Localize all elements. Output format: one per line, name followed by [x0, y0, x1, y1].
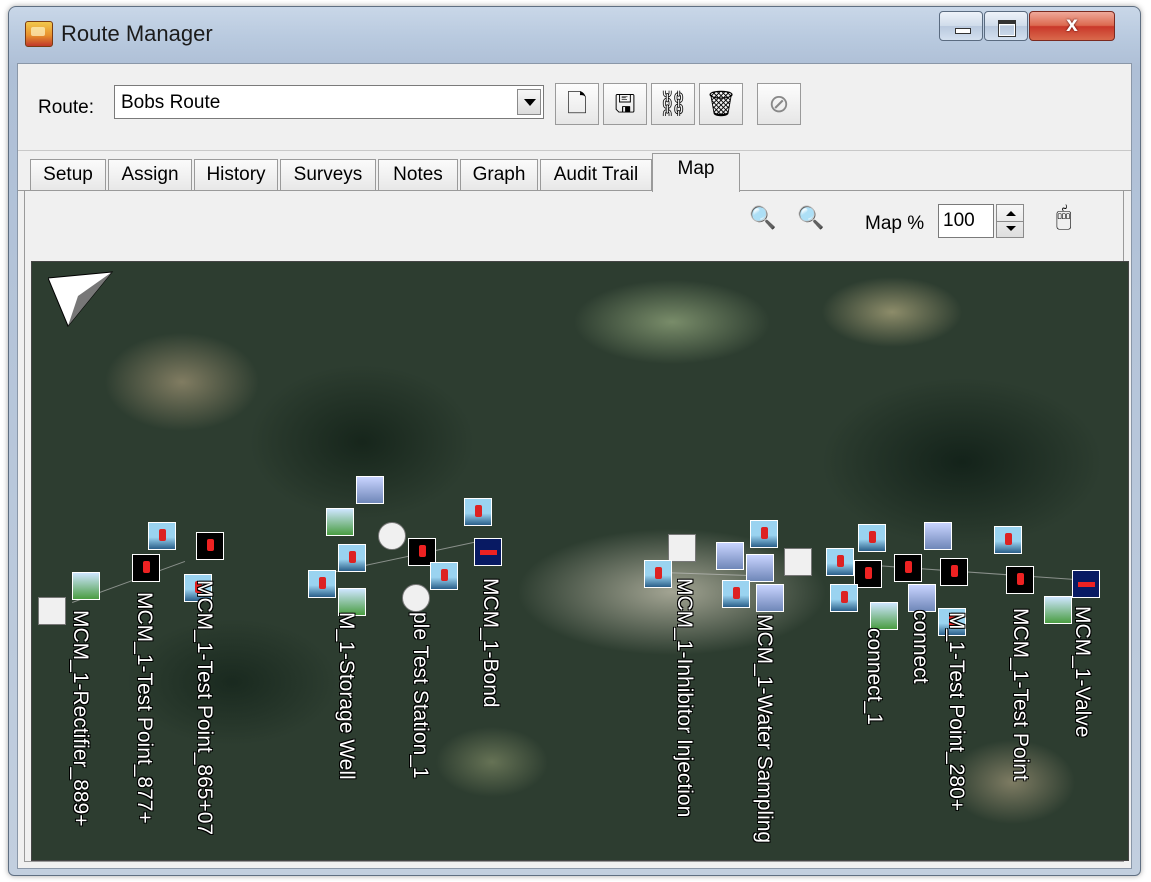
inhibitor-injection-marker[interactable] [668, 534, 696, 562]
save-route-button[interactable]: 🖫 [603, 83, 647, 125]
close-button[interactable]: x [1029, 11, 1115, 41]
map-canvas[interactable]: MCM_1-Rectifier_889+ MCM_1-Test Point_87… [31, 261, 1129, 861]
map-label-valve: MCM_1-Valve [1071, 606, 1094, 738]
tab-notes[interactable]: Notes [378, 159, 458, 191]
map-label-bond: MCM_1-Bond [479, 578, 502, 708]
minimize-icon [955, 28, 971, 34]
test-point-marker[interactable] [430, 562, 458, 590]
bond-marker[interactable] [474, 538, 502, 566]
map-percent-input[interactable]: 100 [938, 204, 994, 238]
test-point-marker[interactable] [826, 548, 854, 576]
disconnect-marker[interactable] [908, 584, 936, 612]
tab-map[interactable]: Map [652, 153, 740, 192]
disabled-route-button[interactable]: ⊘ [757, 83, 801, 125]
maximize-button[interactable] [984, 11, 1028, 41]
tab-history[interactable]: History [194, 159, 278, 191]
route-dropdown[interactable]: Bobs Route [114, 85, 544, 119]
water-sampling-marker[interactable] [756, 584, 784, 612]
window-title: Route Manager [61, 21, 213, 46]
app-icon [25, 21, 53, 47]
map-label-inhibitor-injection: MCM_1-Inhibitor Injection [673, 578, 696, 818]
maximize-icon [998, 20, 1016, 37]
test-point-marker[interactable] [196, 532, 224, 560]
test-point-marker[interactable] [132, 554, 160, 582]
title-bar[interactable]: Route Manager x [9, 7, 1140, 61]
tab-assign[interactable]: Assign [108, 159, 192, 191]
assign-route-button[interactable]: ⛓ [651, 83, 695, 125]
zoom-in-icon[interactable]: 🔍 [749, 205, 776, 231]
new-document-icon: 🗋 [566, 90, 588, 118]
test-station-marker[interactable] [402, 584, 430, 612]
test-point-marker[interactable] [722, 580, 750, 608]
tab-strip: Setup Assign History Surveys Notes Graph… [18, 150, 1131, 192]
valve-marker[interactable] [1044, 596, 1072, 624]
map-label-water-sampling: MCM_1-Water Sampling [753, 614, 776, 844]
tab-graph[interactable]: Graph [460, 159, 538, 191]
trash-icon: 🗑 [705, 90, 737, 118]
test-point-marker[interactable] [148, 522, 176, 550]
map-label-disconnect: connect [909, 610, 932, 684]
water-sampling-marker[interactable] [746, 554, 774, 582]
test-point-marker[interactable] [830, 584, 858, 612]
select-pointer-icon[interactable]: 🖱 [1056, 201, 1072, 233]
water-sampling-marker[interactable] [784, 548, 812, 576]
test-point-marker[interactable] [308, 570, 336, 598]
map-label-test-station: ple Test Station_1 [409, 612, 432, 779]
zoom-out-icon[interactable]: 🔍 [797, 205, 824, 231]
new-route-button[interactable]: 🗋 [555, 83, 599, 125]
chevron-down-icon[interactable] [517, 89, 541, 115]
disconnect-marker[interactable] [870, 602, 898, 630]
route-manager-window: Route Manager x Route: Bobs Route 🗋 🖫 ⛓ … [8, 6, 1141, 876]
map-label-disconnect: connect_1 [863, 628, 886, 725]
map-label-test-point: MCM_1-Test Point [1009, 608, 1032, 781]
map-percent-spinner[interactable] [996, 204, 1024, 238]
close-icon: x [1066, 13, 1078, 36]
tab-setup[interactable]: Setup [30, 159, 106, 191]
test-point-marker[interactable] [750, 520, 778, 548]
storage-well-marker[interactable] [338, 544, 366, 572]
assign-icon: ⛓ [657, 90, 689, 118]
test-point-marker[interactable] [854, 560, 882, 588]
test-point-marker[interactable] [1006, 566, 1034, 594]
map-label-rectifier: MCM_1-Rectifier_889+ [69, 610, 92, 827]
map-label-storage-well: M_1-Storage Well [335, 612, 358, 780]
water-sampling-marker[interactable] [716, 542, 744, 570]
map-label-test-point: MCM_1-Test Point_877+ [133, 592, 156, 824]
route-value: Bobs Route [121, 92, 221, 113]
test-point-marker[interactable] [940, 558, 968, 586]
test-point-marker[interactable] [858, 524, 886, 552]
structure-marker[interactable] [356, 476, 384, 504]
route-label: Route: [38, 97, 94, 118]
test-point-marker[interactable] [994, 526, 1022, 554]
map-label-test-point: MCM_1-Test Point_865+07 [193, 580, 216, 836]
rectifier-marker[interactable] [72, 572, 100, 600]
save-icon: 🖫 [614, 90, 636, 118]
delete-route-button[interactable]: 🗑 [699, 83, 743, 125]
test-point-marker[interactable] [894, 554, 922, 582]
test-point-marker[interactable] [464, 498, 492, 526]
tab-surveys[interactable]: Surveys [280, 159, 376, 191]
rectifier-marker[interactable] [38, 597, 66, 625]
disabled-icon: ⊘ [768, 90, 790, 118]
minimize-button[interactable] [939, 11, 983, 41]
structure-marker[interactable] [326, 508, 354, 536]
map-label-test-point: M_1-Test Point_280+ [945, 612, 968, 812]
north-arrow-icon [48, 271, 114, 327]
structure-marker[interactable] [924, 522, 952, 550]
valve-marker[interactable] [1072, 570, 1100, 598]
map-percent-label: Map % [865, 213, 925, 234]
test-point-marker[interactable] [644, 560, 672, 588]
tab-audit-trail[interactable]: Audit Trail [540, 159, 652, 191]
structure-marker[interactable] [378, 522, 406, 550]
